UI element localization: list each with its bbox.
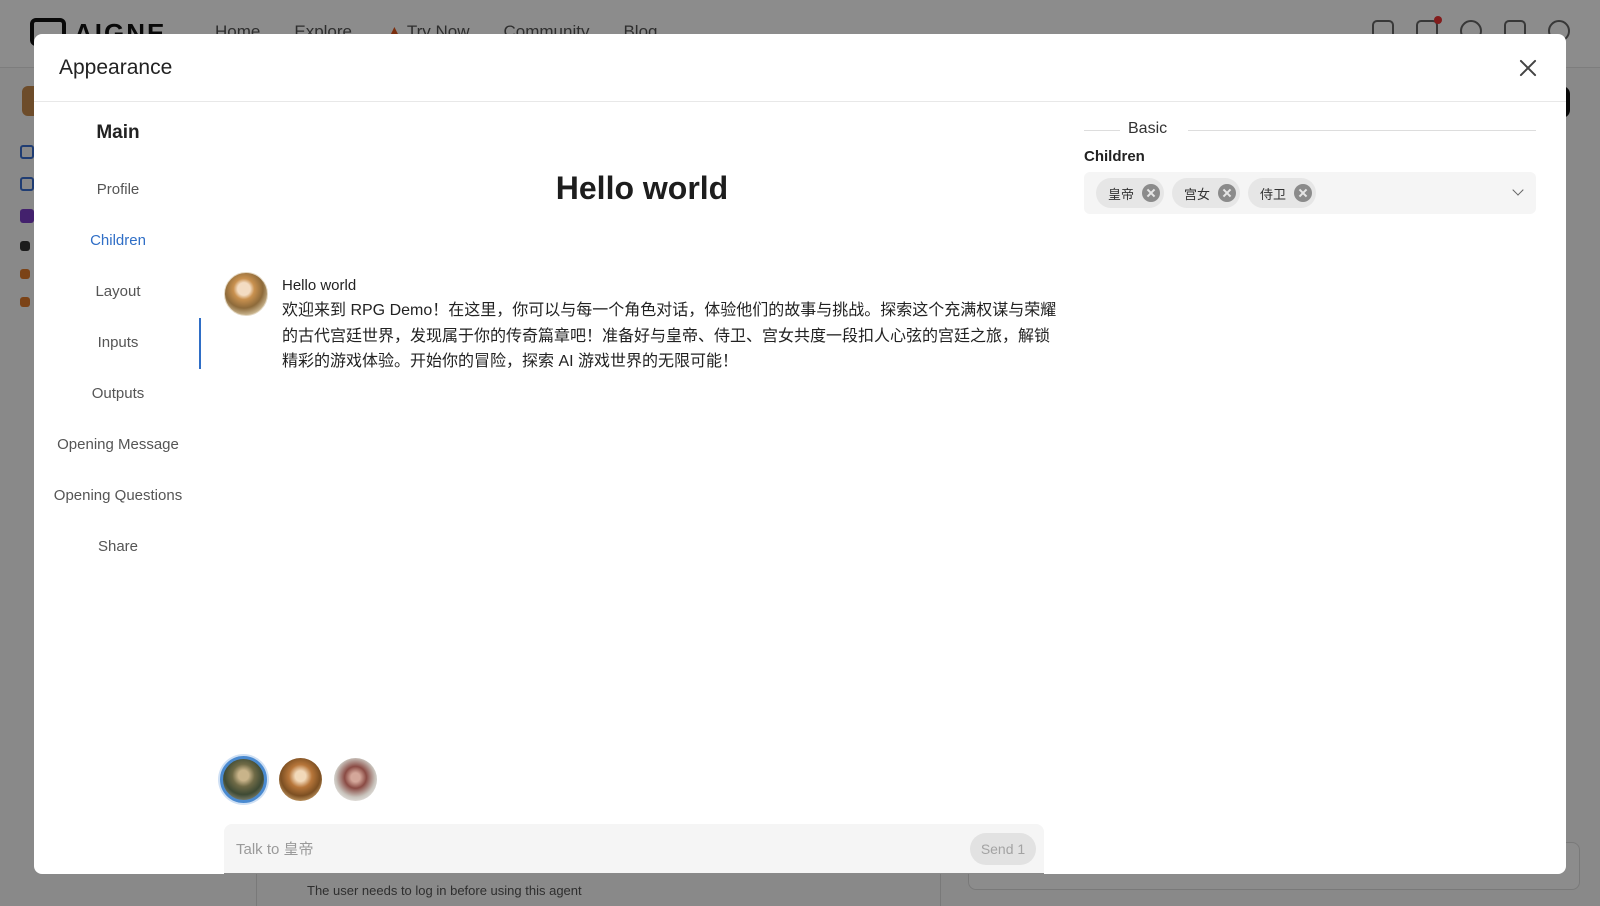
chat-preview: Hello world Hello world 欢迎来到 RPG Demo！在这… bbox=[220, 102, 1064, 874]
remove-chip-icon[interactable] bbox=[1218, 184, 1237, 202]
character-avatar-guard[interactable] bbox=[334, 758, 377, 801]
chip-maid: 宫女 bbox=[1172, 178, 1241, 208]
appearance-modal: Appearance Main Profile Children Layout … bbox=[34, 34, 1566, 874]
chip-guard: 侍卫 bbox=[1248, 178, 1317, 208]
chevron-down-icon[interactable] bbox=[1512, 184, 1524, 196]
preview-title: Hello world bbox=[555, 170, 729, 206]
character-avatar-emperor[interactable] bbox=[220, 756, 267, 803]
nav-item-opening-message[interactable]: Opening Message bbox=[34, 419, 202, 470]
chat-input[interactable] bbox=[236, 837, 956, 861]
remove-chip-icon[interactable] bbox=[1142, 184, 1161, 202]
section-title: Basic bbox=[1128, 120, 1168, 137]
chip-label: 侍卫 bbox=[1260, 186, 1287, 202]
children-chips: 皇帝 宫女 侍卫 bbox=[1096, 178, 1317, 208]
divider-line-left bbox=[1084, 130, 1120, 131]
remove-chip-icon[interactable] bbox=[1294, 184, 1313, 202]
nav-heading: Main bbox=[96, 122, 140, 143]
chip-label: 皇帝 bbox=[1108, 186, 1135, 202]
children-select[interactable]: 皇帝 宫女 侍卫 bbox=[1084, 172, 1536, 214]
divider-line-right bbox=[1188, 130, 1536, 131]
modal-header: Appearance bbox=[34, 34, 1566, 102]
nav-item-layout[interactable]: Layout bbox=[34, 266, 202, 317]
message-author: Hello world bbox=[282, 277, 357, 294]
character-selector bbox=[220, 756, 377, 803]
chip-label: 宫女 bbox=[1184, 186, 1211, 202]
section-divider-basic: Basic bbox=[1084, 120, 1536, 142]
nav-item-opening-questions[interactable]: Opening Questions bbox=[34, 470, 202, 521]
nav-list: Profile Children Layout Inputs Outputs O… bbox=[34, 164, 202, 572]
chip-emperor: 皇帝 bbox=[1096, 178, 1165, 208]
close-icon[interactable] bbox=[1512, 52, 1544, 84]
nav-item-inputs[interactable]: Inputs bbox=[34, 317, 202, 368]
children-label: Children bbox=[1084, 148, 1145, 165]
message-text: 欢迎来到 RPG Demo！在这里，你可以与每一个角色对话，体验他们的故事与挑战… bbox=[282, 302, 1057, 370]
settings-nav: Main Profile Children Layout Inputs Outp… bbox=[34, 102, 202, 874]
nav-item-profile[interactable]: Profile bbox=[34, 164, 202, 215]
nav-item-children[interactable]: Children bbox=[34, 215, 202, 266]
chat-input-box: Send 1 bbox=[224, 824, 1044, 874]
nav-item-share[interactable]: Share bbox=[34, 521, 202, 572]
send-button[interactable]: Send 1 bbox=[970, 833, 1036, 865]
character-avatar-maid[interactable] bbox=[279, 758, 322, 801]
modal-title: Appearance bbox=[59, 56, 173, 79]
nav-item-outputs[interactable]: Outputs bbox=[34, 368, 202, 419]
active-nav-indicator bbox=[199, 318, 201, 369]
message-avatar bbox=[224, 272, 268, 316]
